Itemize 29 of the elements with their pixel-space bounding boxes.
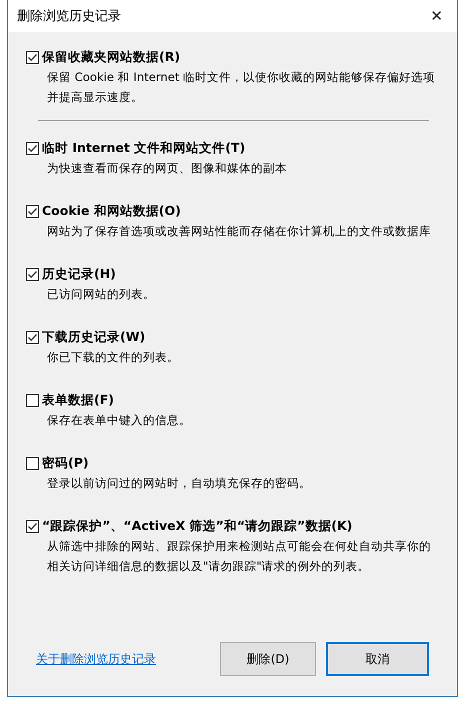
checkbox[interactable]: [26, 394, 39, 406]
option-description: 保存在表单中键入的信息。: [46, 412, 192, 429]
option-description: 保留 Cookie 和 Internet 临时文件，以使你收藏的网站能够保存偏好选项并提高显示速度。: [46, 69, 436, 106]
checkbox[interactable]: [26, 330, 39, 344]
cancel-button[interactable]: 取消: [326, 642, 429, 676]
option-label[interactable]: 临时 Internet 文件和网站文件(T): [42, 140, 246, 156]
checkbox[interactable]: [26, 268, 39, 280]
checkbox[interactable]: [26, 456, 39, 470]
option-description: 已访问网站的列表。: [46, 286, 156, 303]
checkbox[interactable]: [26, 142, 39, 154]
option-label[interactable]: “跟踪保护”、“ActiveX 筛选”和“请勿跟踪”数据(K): [42, 518, 352, 534]
delete-button[interactable]: 删除(D): [220, 642, 316, 676]
close-button[interactable]: ✕: [424, 5, 449, 27]
help-link[interactable]: 关于删除浏览历史记录: [36, 650, 156, 668]
checkbox[interactable]: [26, 204, 39, 218]
window-title: 删除浏览历史记录: [17, 8, 121, 25]
option-description: 网站为了保存首选项或改善网站性能而存储在你计算机上的文件或数据库: [46, 223, 432, 240]
option-description: 从筛选中排除的网站、跟踪保护用来检测站点可能会在何处自动共享你的相关访问详细信息的数据以及"请勿跟踪"请求的例外的列表。: [46, 538, 432, 575]
option-label[interactable]: 表单数据(F): [42, 392, 114, 408]
option-label[interactable]: 历史记录(H): [42, 266, 116, 282]
option-description: 登录以前访问过的网站时，自动填充保存的密码。: [46, 475, 312, 492]
checkbox[interactable]: [26, 50, 39, 64]
option-label[interactable]: 密码(P): [42, 454, 89, 472]
option-label[interactable]: 下载历史记录(W): [42, 328, 146, 346]
option-description: 你已下载的文件的列表。: [46, 349, 180, 366]
option-label[interactable]: Cookie 和网站数据(O): [42, 202, 181, 220]
checkbox[interactable]: [26, 520, 39, 532]
option-description: 为快速查看而保存的网页、图像和媒体的副本: [46, 160, 288, 177]
option-label[interactable]: 保留收藏夹网站数据(R): [42, 48, 180, 66]
